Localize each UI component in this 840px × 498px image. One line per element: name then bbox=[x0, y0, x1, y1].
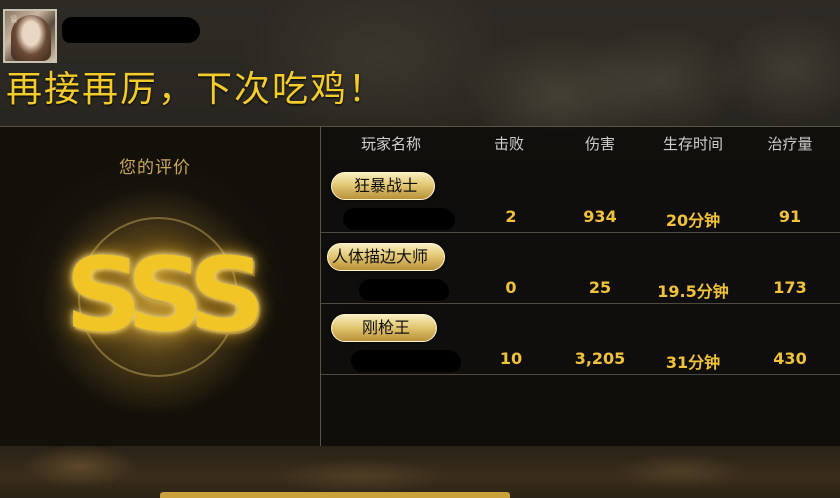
damage-value: 25 bbox=[588, 278, 612, 297]
result-headline: 再接再厉，下次吃鸡！ bbox=[6, 69, 387, 110]
kills-value: 10 bbox=[499, 349, 523, 368]
player-name-redacted bbox=[343, 208, 455, 230]
column-player-name: 玩家名称 bbox=[360, 135, 422, 153]
survival-value: 20分钟 bbox=[665, 211, 721, 230]
table-row: 刚枪王 10 3,205 31分钟 430 bbox=[321, 305, 840, 375]
healing-value: 173 bbox=[773, 278, 807, 297]
damage-value: 3,205 bbox=[574, 349, 626, 368]
player-avatar[interactable]: ♕ bbox=[3, 9, 57, 63]
rating-panel: 您的评价 SSS bbox=[0, 126, 320, 446]
column-kills: 击败 bbox=[493, 135, 525, 153]
column-survival-time: 生存时间 bbox=[662, 135, 724, 153]
crown-icon: ♕ bbox=[9, 13, 19, 26]
table-row: 人体描边大师 0 25 19.5分钟 173 bbox=[321, 234, 840, 304]
scoreboard-header: 玩家名称 击败 伤害 生存时间 治疗量 bbox=[321, 127, 840, 161]
player-title-badge: 人体描边大师 bbox=[327, 243, 446, 271]
bottom-button-edge[interactable] bbox=[160, 492, 510, 498]
column-damage: 伤害 bbox=[584, 135, 616, 153]
rating-title: 您的评价 bbox=[119, 158, 191, 178]
damage-value: 934 bbox=[583, 207, 617, 226]
player-title-badge: 刚枪王 bbox=[331, 314, 438, 342]
rating-grade: SSS bbox=[64, 236, 266, 355]
player-title-badge: 狂暴战士 bbox=[331, 172, 436, 200]
survival-value: 19.5分钟 bbox=[657, 282, 729, 301]
player-name-redacted bbox=[62, 17, 200, 43]
kills-value: 2 bbox=[505, 207, 517, 226]
player-name-redacted bbox=[359, 279, 449, 301]
kills-value: 0 bbox=[505, 278, 517, 297]
scoreboard: 玩家名称 击败 伤害 生存时间 治疗量 狂暴战士 2 934 20分钟 91 人… bbox=[320, 126, 840, 446]
player-name-redacted bbox=[351, 350, 461, 372]
healing-value: 91 bbox=[778, 207, 802, 226]
column-healing: 治疗量 bbox=[767, 135, 813, 153]
survival-value: 31分钟 bbox=[665, 353, 721, 372]
healing-value: 430 bbox=[773, 349, 807, 368]
table-row: 狂暴战士 2 934 20分钟 91 bbox=[321, 163, 840, 233]
bottom-strip bbox=[0, 446, 840, 498]
